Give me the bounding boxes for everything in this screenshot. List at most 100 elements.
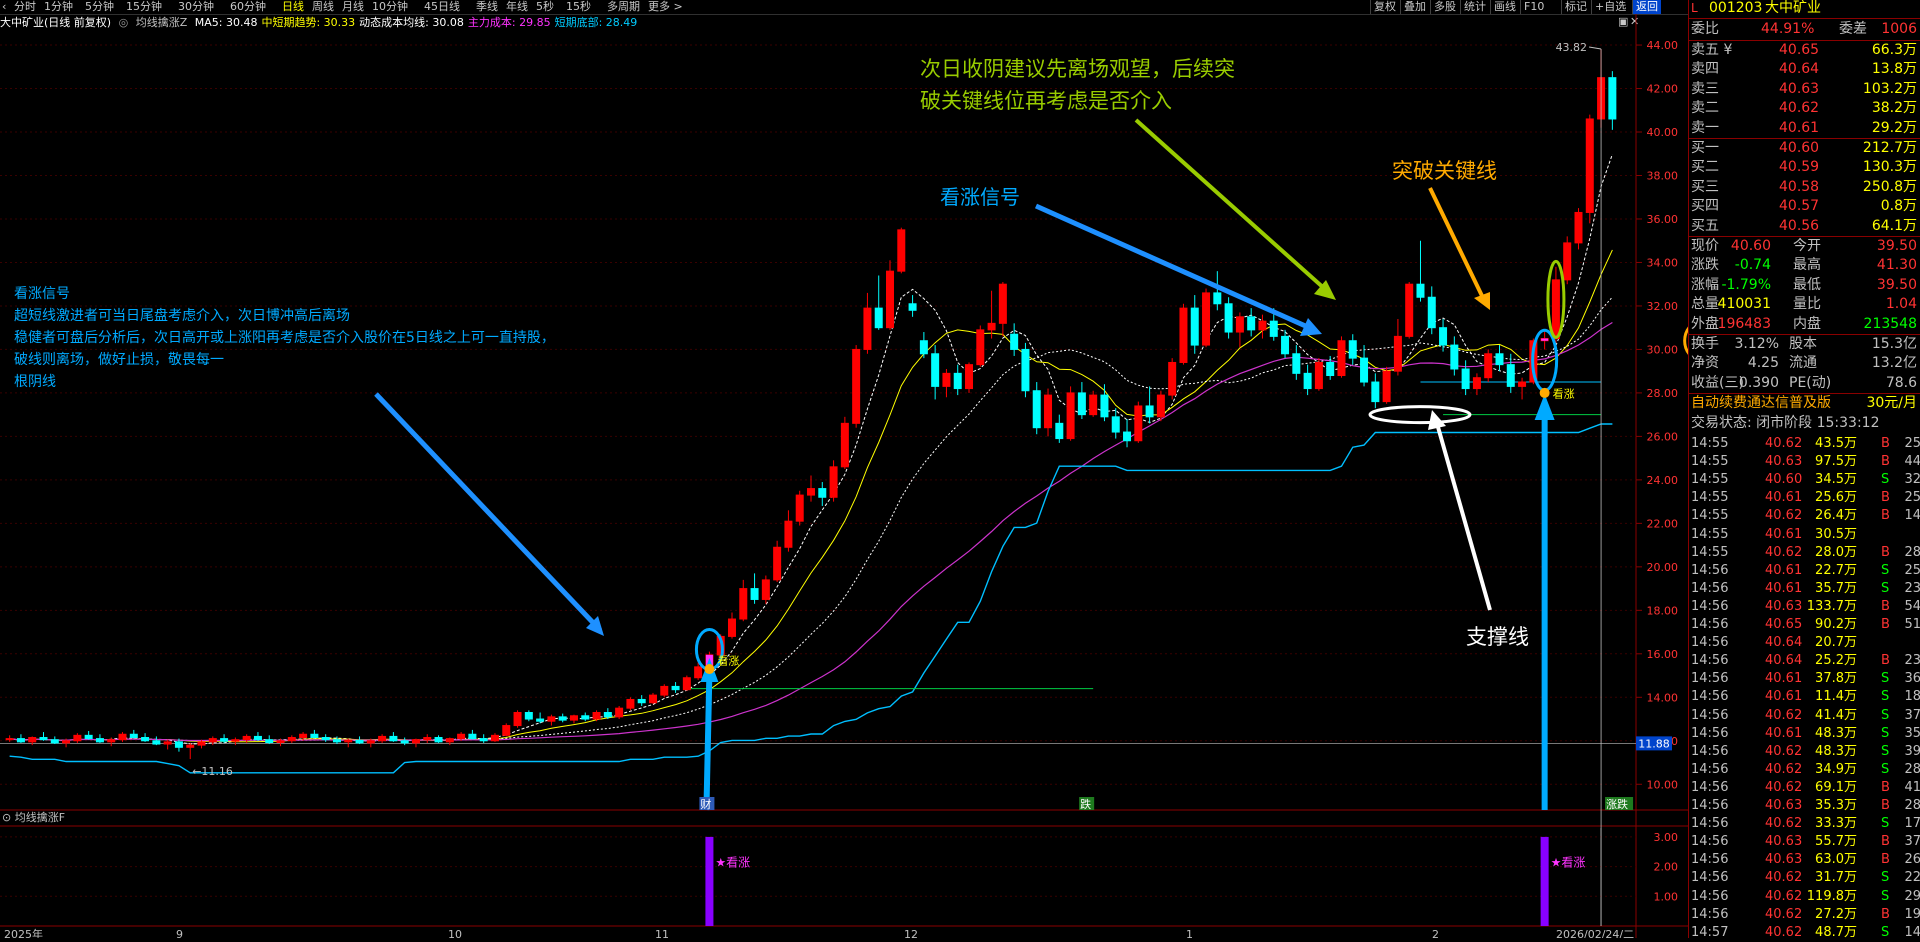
stat-value: 196483: [1717, 315, 1771, 332]
tick-price: 40.62: [1765, 816, 1803, 832]
tick-row: 14:56 40.64 25.2万 B 23: [1689, 652, 1920, 670]
x-axis-label: 12: [904, 928, 918, 938]
candle-body: [1055, 422, 1064, 440]
y-tick-label: 22.00: [1647, 517, 1679, 530]
stat-label: 现价: [1691, 238, 1719, 254]
candle-body: [231, 739, 240, 742]
header-prefix: L: [1691, 1, 1698, 15]
signal-bar-label: ★看涨: [1551, 855, 1586, 870]
y-tick-label: 30.00: [1647, 343, 1679, 356]
candle-body: [795, 494, 804, 522]
y-tick-label: 40.00: [1647, 126, 1679, 139]
candle-body: [400, 740, 409, 744]
tick-side: B: [1881, 834, 1890, 850]
stat-label: 外盘: [1691, 315, 1719, 332]
tick-row: 14:56 40.63 63.0万 B 26: [1689, 851, 1920, 869]
promo-text[interactable]: 自动续费通达信普及版: [1691, 394, 1831, 413]
tick-time: 14:55: [1691, 526, 1729, 542]
y-tick-label: 20.00: [1647, 561, 1679, 574]
candle-body: [1382, 370, 1391, 403]
candle-body: [1439, 327, 1448, 346]
price-chart[interactable]: 43.82 ←11.16 10.00 1 2.00 14.00 16.00 18.00 20.…: [0, 0, 1688, 938]
candle-body: [840, 422, 849, 468]
tick-time: 14:56: [1691, 562, 1729, 578]
candle-body: [536, 718, 545, 722]
tick-price: 40.63: [1765, 852, 1803, 868]
candle-body: [1506, 364, 1515, 387]
fund-label: 流通: [1789, 355, 1817, 372]
tick-price: 40.60: [1765, 472, 1803, 488]
stat-label: 内盘: [1793, 315, 1821, 332]
x-axis: 2025年 9 10 11 12 1 2 2026/02/24/二: [4, 927, 1634, 938]
candle-body: [615, 707, 624, 718]
candle-body: [694, 666, 703, 679]
tick-price: 40.63: [1765, 798, 1803, 813]
orderbook-label: 卖一: [1691, 119, 1719, 136]
tick-volume: 69.1万: [1815, 779, 1857, 795]
annotation-text: 看涨信号: [940, 185, 1020, 209]
candle-body: [942, 372, 951, 387]
promo-row[interactable]: 自动续费通达信普及版 30元/月: [1689, 394, 1920, 413]
stat-value: 39.50: [1876, 276, 1917, 293]
buy-row: 买一 40.60 212.7万: [1689, 139, 1920, 158]
y-tick-label: 32.00: [1647, 300, 1679, 313]
orderbook-volume: 29.2万: [1871, 119, 1917, 136]
orderbook-volume: 103.2万: [1862, 80, 1917, 97]
quote-row: 涨幅 -1.79% 最低 39.50: [1689, 276, 1920, 295]
x-axis-label: 2: [1432, 928, 1439, 938]
x-axis-label: 2026/02/24/二: [1556, 928, 1634, 938]
orderbook-price: 40.60: [1779, 140, 1820, 156]
candle-body: [490, 734, 499, 742]
quote-row: 外盘 196483 内盘 213548: [1689, 315, 1920, 334]
tick-volume: 33.3万: [1815, 816, 1857, 832]
buy-row: 买二 40.59 130.3万: [1689, 158, 1920, 177]
tick-time: 14:56: [1691, 798, 1729, 813]
candle-body: [502, 725, 511, 736]
tick-row: 14:55 40.62 28.0万 B 28: [1689, 544, 1920, 562]
candle-body: [931, 353, 940, 387]
candle-body: [1111, 416, 1120, 433]
stat-value: 1.04: [1885, 296, 1917, 313]
tick-price: 40.61: [1765, 725, 1803, 741]
tick-time: 14:56: [1691, 635, 1729, 651]
orderbook-volume: 38.2万: [1871, 100, 1917, 117]
candle-body: [1348, 340, 1357, 359]
fund-value: 0.390: [1738, 374, 1779, 391]
sell-row: 卖三 40.63 103.2万: [1689, 80, 1920, 99]
tick-volume: 35.3万: [1815, 798, 1857, 813]
tick-row: 14:56 40.63 55.7万 B 37: [1689, 833, 1920, 851]
candle-body: [332, 739, 341, 743]
tick-count: 37: [1904, 834, 1920, 850]
tick-time: 14:56: [1691, 870, 1729, 886]
sell-row: 卖一 40.61 29.2万: [1689, 119, 1920, 138]
candle-body: [1179, 307, 1188, 363]
candle-body: [1495, 353, 1504, 366]
candle-body: [479, 738, 488, 742]
candle-body: [1371, 381, 1380, 403]
candle-body: [299, 733, 308, 739]
status-row: 交易状态: 闭市阶段 15:33:12: [1689, 414, 1920, 433]
tick-row: 14:56 40.62 41.4万 S 37: [1689, 707, 1920, 725]
stat-label: 最高: [1793, 257, 1821, 274]
tick-volume: 35.7万: [1815, 580, 1857, 596]
tick-price: 40.62: [1765, 743, 1803, 759]
candle-body: [603, 712, 612, 718]
candle-body: [976, 329, 985, 366]
candle-body: [648, 694, 657, 704]
tick-time: 14:55: [1691, 508, 1729, 524]
candle-body: [660, 685, 669, 696]
quote-panel: L 001203 大中矿业 委比 44.91% 委差 1006 卖五 ¥ 40.6…: [1688, 0, 1920, 940]
tick-count: 36: [1904, 671, 1920, 687]
tick-volume: 48.3万: [1815, 743, 1857, 759]
candle-body: [344, 739, 353, 743]
fund-label: 净资: [1691, 355, 1719, 372]
tick-time: 14:56: [1691, 743, 1729, 759]
candle-body: [626, 698, 635, 709]
tick-row: 14:56 40.61 35.7万 S 23: [1689, 580, 1920, 598]
tick-price: 40.61: [1765, 526, 1803, 542]
tick-time: 14:56: [1691, 653, 1729, 669]
fund-value: 13.2亿: [1871, 355, 1917, 372]
signal-coin-icon: [1539, 387, 1550, 398]
tick-price: 40.61: [1765, 671, 1803, 687]
candle-body: [1518, 381, 1527, 387]
